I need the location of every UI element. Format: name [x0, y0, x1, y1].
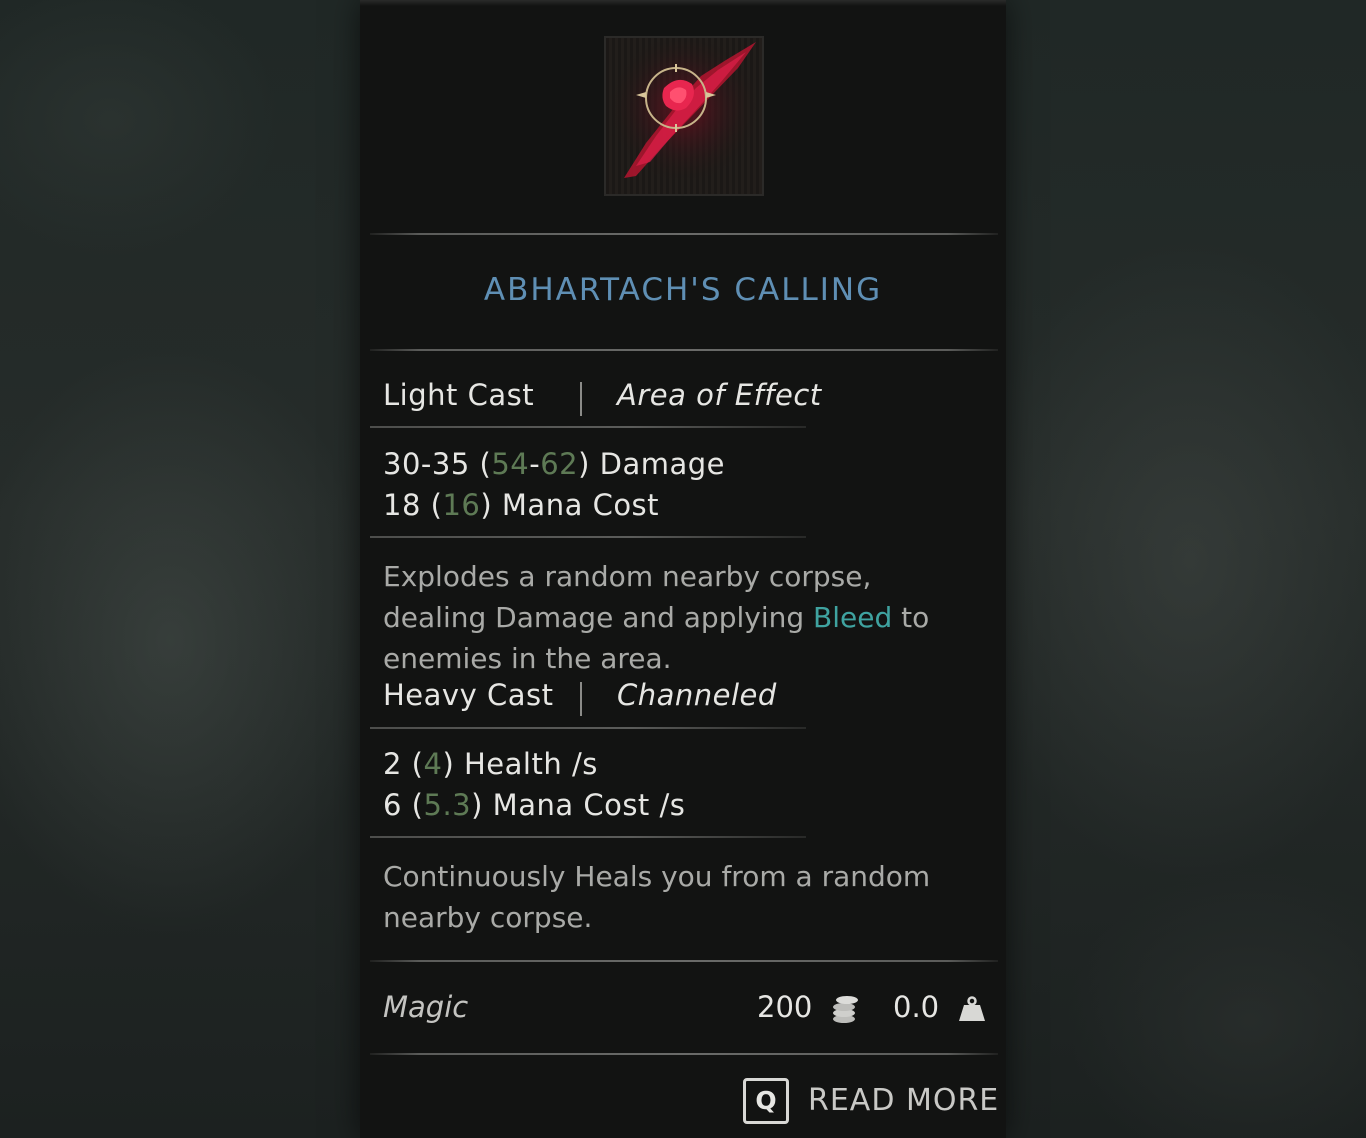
heavy-cast-label: Heavy Cast: [383, 678, 554, 712]
divider: [370, 836, 806, 838]
dash: -: [529, 447, 541, 481]
bleed-keyword: Bleed: [813, 601, 893, 634]
coin-stack-icon: [833, 996, 858, 1023]
separator: [580, 382, 582, 416]
paren-close: ): [578, 447, 590, 481]
item-tooltip-panel: ABHARTACH'S CALLING Light Cast Area of E…: [360, 0, 1006, 1138]
divider: [370, 960, 998, 962]
heavy-cast-health-stat: 2 (4) Health /s: [383, 747, 598, 781]
damage-base-value: 30-35: [383, 447, 470, 481]
q-key-hint[interactable]: Q: [743, 1078, 789, 1124]
spell-icon-frame: [604, 36, 764, 196]
light-cast-type: Area of Effect: [617, 378, 822, 412]
bleeding-claw-rune-icon: [606, 38, 762, 194]
light-cast-damage-stat: 30-35 (54-62) Damage: [383, 447, 725, 481]
paren-open: (: [420, 488, 443, 522]
item-price: 200: [757, 990, 813, 1024]
damage-label: Damage: [589, 447, 726, 481]
health-base-value: 2: [383, 747, 402, 781]
separator: [580, 682, 582, 716]
divider: [370, 727, 806, 729]
light-cast-label: Light Cast: [383, 378, 535, 412]
mana-upgraded-value: 16: [442, 488, 481, 522]
read-more-button[interactable]: READ MORE: [808, 1083, 999, 1118]
heavy-cast-mana-stat: 6 (5.3) Mana Cost /s: [383, 788, 685, 822]
health-upgraded-value: 4: [423, 747, 443, 781]
divider: [370, 1053, 998, 1055]
mana-base-value: 6: [383, 788, 402, 822]
heavy-cast-description: Continuously Heals you from a random nea…: [383, 860, 931, 934]
divider: [370, 536, 806, 538]
item-weight: 0.0: [893, 990, 940, 1024]
divider: [370, 233, 998, 235]
mana-label: Mana Cost /s: [482, 788, 686, 822]
paren-close: ): [442, 747, 455, 781]
description-text: Explodes a random nearby corpse, dealing…: [383, 560, 872, 634]
light-cast-description: Explodes a random nearby corpse, dealing…: [383, 556, 983, 679]
paren-close: ): [480, 488, 493, 522]
damage-upgraded-min: 54: [491, 447, 530, 481]
item-category: Magic: [383, 990, 469, 1024]
paren-open: (: [401, 788, 424, 822]
damage-upgraded-max: 62: [540, 447, 579, 481]
weight-icon: [959, 996, 985, 1021]
paren-open: (: [401, 747, 424, 781]
divider: [370, 426, 806, 428]
mana-base-value: 18: [383, 488, 421, 522]
light-cast-mana-stat: 18 (16) Mana Cost: [383, 488, 659, 522]
paren-open: (: [469, 447, 492, 481]
mana-upgraded-value: 5.3: [423, 788, 472, 822]
divider: [370, 349, 998, 351]
health-label: Health /s: [454, 747, 598, 781]
paren-close: ): [471, 788, 483, 822]
heavy-cast-type: Channeled: [617, 678, 777, 712]
item-title: ABHARTACH'S CALLING: [483, 272, 883, 308]
mana-label: Mana Cost: [492, 488, 660, 522]
